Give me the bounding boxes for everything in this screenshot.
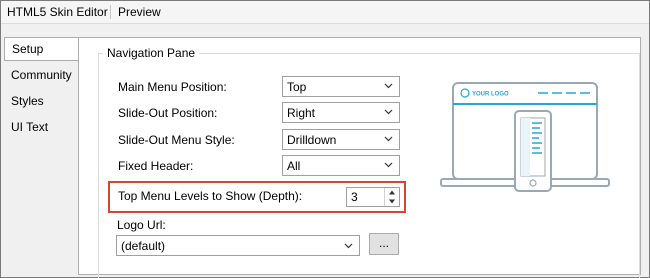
skin-editor-window: HTML5 Skin Editor Preview Setup Communit… — [0, 0, 650, 278]
slide-out-position-label: Slide-Out Position: — [118, 106, 218, 120]
chevron-down-icon — [384, 83, 393, 89]
logo-url-combobox[interactable]: (default) — [116, 235, 360, 256]
slide-out-position-value: Right — [287, 106, 316, 120]
browse-logo-button[interactable]: ... — [369, 233, 399, 255]
top-menu-levels-spinner[interactable]: 3 — [346, 187, 400, 207]
fixed-header-select[interactable]: All — [282, 155, 400, 176]
title-bar: HTML5 Skin Editor Preview — [1, 1, 649, 24]
slide-out-menu-style-value: Drilldown — [287, 133, 337, 147]
nav-item-community[interactable]: Community — [11, 68, 72, 82]
chevron-down-icon — [384, 109, 393, 115]
phone-icon — [514, 110, 552, 192]
illustration-logo-text: YOUR LOGO — [472, 92, 509, 98]
title-separator — [110, 5, 111, 19]
fixed-header-label: Fixed Header: — [118, 159, 194, 173]
slide-out-menu-style-label: Slide-Out Menu Style: — [118, 133, 235, 147]
chevron-down-icon — [384, 136, 393, 142]
tab-html5-skin-editor[interactable]: HTML5 Skin Editor — [7, 5, 108, 19]
slide-out-position-select[interactable]: Right — [282, 102, 400, 123]
chevron-down-icon — [384, 162, 393, 168]
main-menu-position-value: Top — [287, 80, 307, 94]
main-menu-position-select[interactable]: Top — [282, 76, 400, 97]
spinner-buttons — [384, 188, 399, 206]
top-menu-levels-label: Top Menu Levels to Show (Depth): — [118, 189, 303, 203]
nav-item-styles[interactable]: Styles — [11, 94, 44, 108]
spin-up-icon[interactable] — [385, 188, 399, 197]
logo-url-label: Logo Url: — [117, 218, 166, 232]
navigation-pane-legend: Navigation Pane — [103, 46, 200, 60]
chevron-down-icon — [344, 243, 353, 249]
nav-item-setup[interactable]: Setup — [4, 37, 80, 61]
logo-url-value: (default) — [121, 239, 166, 253]
spin-down-icon[interactable] — [385, 197, 399, 206]
slide-out-menu-style-select[interactable]: Drilldown — [282, 129, 400, 150]
main-menu-position-label: Main Menu Position: — [118, 80, 227, 94]
setup-panel: Navigation Pane Main Menu Position: Top … — [78, 37, 641, 278]
tab-preview[interactable]: Preview — [118, 5, 161, 19]
top-menu-levels-value: 3 — [351, 190, 358, 204]
nav-item-ui-text[interactable]: UI Text — [11, 120, 48, 134]
left-nav: Setup Community Styles UI Text — [1, 24, 80, 277]
fixed-header-value: All — [287, 159, 301, 173]
layout-preview-illustration: YOUR LOGO — [440, 82, 610, 192]
